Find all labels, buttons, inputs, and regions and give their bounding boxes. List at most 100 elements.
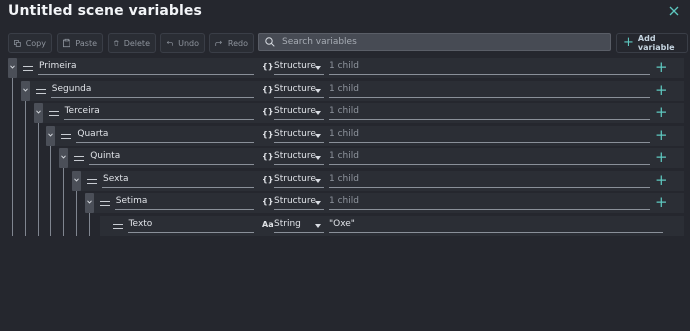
drag-handle-icon[interactable] [87, 178, 97, 184]
delete-label: Delete [123, 38, 150, 48]
structure-type-icon: {} [262, 174, 274, 184]
trash-icon [114, 40, 119, 46]
type-select[interactable]: Structure [274, 83, 324, 98]
type-label: Structure [274, 106, 316, 116]
variable-name[interactable]: Sexta [102, 173, 254, 188]
delete-button[interactable]: Delete [108, 33, 156, 53]
search-input[interactable] [282, 37, 582, 47]
add-child-icon[interactable]: + [655, 127, 668, 143]
drag-handle-icon[interactable] [35, 88, 46, 94]
type-select[interactable]: Structure [274, 105, 324, 120]
structure-type-icon: {} [262, 62, 274, 71]
redo-button[interactable]: Redo [209, 33, 254, 53]
add-child-icon[interactable]: + [655, 104, 668, 120]
variable-row[interactable]: Terceira {} Structure 1 child + [0, 102, 690, 124]
type-label: Structure [274, 61, 316, 71]
string-type-icon: Aa [262, 219, 274, 229]
add-child-icon[interactable]: + [655, 149, 668, 165]
undo-icon [166, 40, 173, 46]
drag-handle-icon[interactable] [48, 111, 59, 116]
chevron-down-icon [74, 177, 79, 182]
variable-value: 1 child [329, 128, 650, 143]
collapse-toggle[interactable] [72, 170, 81, 191]
window-title: Untitled scene variables [8, 3, 202, 19]
collapse-toggle[interactable] [46, 125, 56, 146]
redo-icon [215, 40, 222, 46]
chevron-down-icon [86, 200, 92, 204]
paste-button[interactable]: Paste [57, 33, 103, 53]
caret-down-icon [315, 156, 321, 160]
type-select[interactable]: Structure [274, 195, 324, 210]
drag-handle-icon[interactable] [99, 201, 110, 206]
drag-handle-icon[interactable] [23, 66, 33, 71]
type-label: String [274, 218, 301, 229]
redo-label: Redo [227, 38, 248, 48]
add-child-icon[interactable]: + [655, 82, 668, 98]
variable-row[interactable]: Segunda {} Structure 1 child + [0, 80, 690, 102]
variable-value: 1 child [329, 83, 650, 98]
variable-value: 1 child [329, 60, 650, 75]
drag-handle-icon[interactable] [112, 223, 123, 229]
variable-row[interactable]: Sexta {} Structure 1 child + [0, 170, 690, 192]
variable-name[interactable]: Quinta [89, 150, 254, 165]
type-label: Structure [274, 128, 316, 139]
collapse-toggle[interactable] [8, 58, 17, 78]
drag-handle-icon[interactable] [74, 156, 85, 161]
paste-label: Paste [75, 38, 97, 48]
variable-name[interactable]: Segunda [50, 83, 254, 98]
search-icon [265, 37, 275, 47]
chevron-down-icon [61, 155, 67, 159]
structure-type-icon: {} [262, 129, 274, 139]
structure-type-icon: {} [262, 107, 274, 116]
variable-row[interactable]: Setima {} Structure 1 child + [0, 192, 690, 214]
collapse-toggle[interactable] [84, 193, 94, 213]
collapse-toggle[interactable] [59, 148, 69, 168]
collapse-toggle[interactable] [20, 80, 30, 101]
variable-name[interactable]: Primeira [38, 60, 254, 75]
caret-down-icon [315, 88, 321, 93]
type-label: Structure [274, 83, 316, 94]
variable-row[interactable]: Quarta {} Structure 1 child + [0, 125, 690, 147]
chevron-down-icon [10, 65, 15, 69]
undo-button[interactable]: Undo [160, 33, 205, 53]
variable-name[interactable]: Quarta [76, 128, 254, 143]
caret-down-icon [315, 223, 321, 228]
variable-name[interactable]: Texto [127, 218, 254, 233]
type-select[interactable]: Structure [274, 173, 324, 188]
collapse-toggle[interactable] [33, 103, 43, 123]
variable-name[interactable]: Terceira [63, 105, 254, 120]
type-select[interactable]: Structure [274, 150, 324, 165]
toolbar: Copy Paste Delete Undo Redo + Add variab… [8, 33, 688, 53]
chevron-down-icon [35, 110, 41, 114]
copy-button[interactable]: Copy [8, 33, 52, 53]
structure-type-icon: {} [262, 197, 274, 206]
type-select[interactable]: Structure [274, 60, 324, 75]
copy-icon [14, 39, 21, 47]
type-select[interactable]: String [274, 218, 324, 233]
add-child-icon[interactable]: + [655, 194, 668, 210]
caret-down-icon [315, 111, 321, 115]
type-label: Structure [274, 151, 316, 161]
variable-row[interactable]: Texto Aa String "Oxe" [0, 215, 690, 237]
structure-type-icon: {} [262, 152, 274, 161]
add-variable-label: Add variable [637, 34, 675, 52]
paste-icon [63, 38, 71, 48]
undo-label: Undo [178, 38, 199, 48]
type-select[interactable]: Structure [274, 128, 324, 143]
variable-row[interactable]: Primeira {} Structure 1 child + [0, 57, 690, 79]
caret-down-icon [315, 133, 321, 138]
variable-row[interactable]: Quinta {} Structure 1 child + [0, 147, 690, 169]
variable-value: 1 child [329, 195, 650, 210]
close-icon[interactable] [667, 4, 681, 18]
caret-down-icon [315, 178, 321, 183]
variable-name[interactable]: Setima [114, 195, 254, 210]
add-child-icon[interactable]: + [655, 59, 668, 75]
caret-down-icon [315, 201, 321, 205]
drag-handle-icon[interactable] [61, 133, 72, 139]
chevron-down-icon [22, 87, 28, 92]
add-child-icon[interactable]: + [655, 172, 668, 188]
variable-value: 1 child [329, 150, 650, 165]
variable-value[interactable]: "Oxe" [329, 218, 663, 233]
type-label: Structure [274, 196, 316, 206]
add-variable-button[interactable]: + Add variable [616, 33, 688, 53]
